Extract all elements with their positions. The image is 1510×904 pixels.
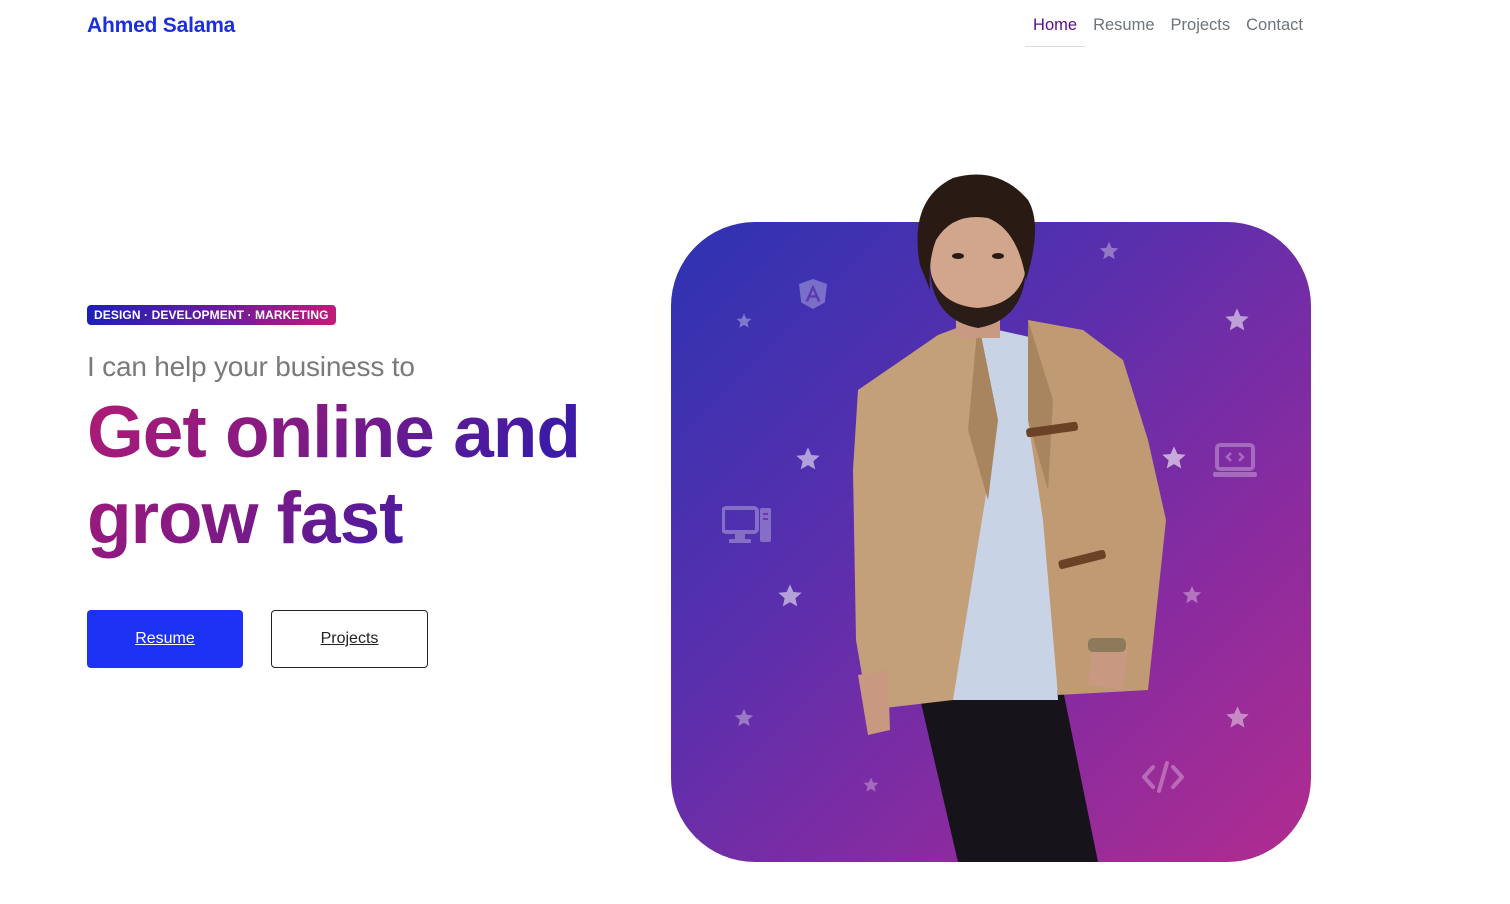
star-icon xyxy=(776,582,804,610)
services-badge: DESIGN · DEVELOPMENT · MARKETING xyxy=(87,305,336,325)
nav-link-contact[interactable]: Contact xyxy=(1238,0,1311,47)
star-icon xyxy=(1224,704,1251,731)
navbar: Ahmed Salama Home Resume Projects Contac… xyxy=(0,0,1510,52)
nav-link-home[interactable]: Home xyxy=(1025,0,1086,47)
star-icon xyxy=(794,445,822,473)
star-icon xyxy=(735,312,753,330)
profile-photo xyxy=(853,174,1166,862)
star-icon xyxy=(1181,584,1203,606)
hero-text: DESIGN · DEVELOPMENT · MARKETING I can h… xyxy=(87,305,607,562)
projects-button[interactable]: Projects xyxy=(271,610,428,668)
brand-logo[interactable]: Ahmed Salama xyxy=(87,14,235,38)
star-icon xyxy=(733,707,755,729)
main-nav: Home Resume Projects Contact xyxy=(1025,0,1311,47)
angular-icon xyxy=(798,278,828,310)
hero-headline: Get online and grow fast xyxy=(87,390,607,562)
star-icon xyxy=(1223,306,1251,334)
laptop-code-icon xyxy=(1212,443,1258,479)
nav-link-resume[interactable]: Resume xyxy=(1085,0,1162,47)
desktop-computer-icon xyxy=(722,506,772,544)
hero-lead: I can help your business to xyxy=(87,351,415,382)
nav-link-projects[interactable]: Projects xyxy=(1163,0,1239,47)
resume-button[interactable]: Resume xyxy=(87,610,243,668)
